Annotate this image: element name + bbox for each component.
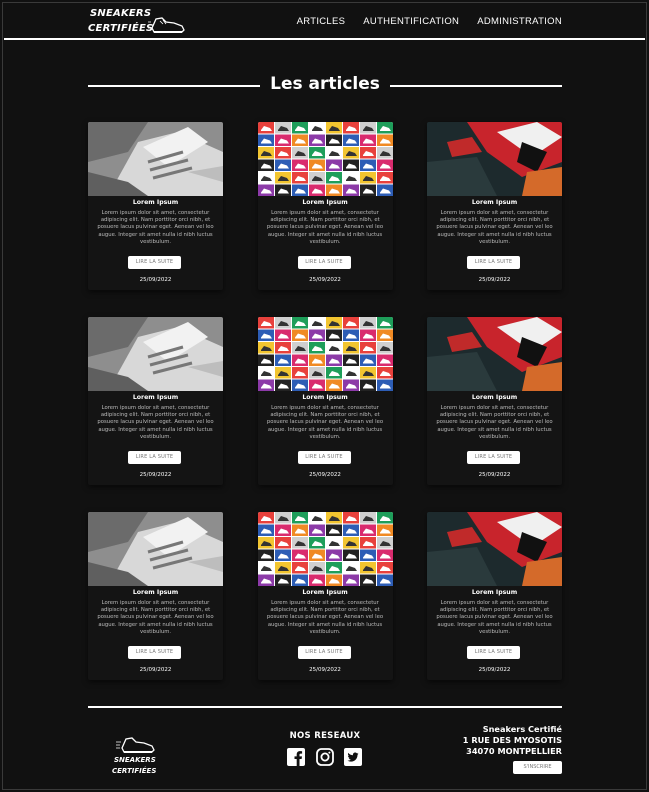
article-image[interactable] [257,317,393,391]
read-more-button[interactable]: LIRE LA SUITE [128,646,181,659]
article-image[interactable] [88,122,223,196]
article-card: Lorem Ipsum Lorem ipsum dolor sit amet, c… [257,512,393,680]
footer-address: Sneakers Certifié 1 RUE DES MYOSOTIS 340… [463,724,562,757]
article-excerpt: Lorem ipsum dolor sit amet, consectetur … [97,405,214,440]
article-date: 25/09/2022 [309,277,341,283]
article-image[interactable] [427,512,562,586]
site-header: SNEAKERS CERTIFIÉES ARTICLES AUTHENTIFIC… [0,0,649,40]
article-excerpt: Lorem ipsum dolor sit amet, consectetur … [436,600,553,635]
article-title: Lorem Ipsum [132,199,179,206]
read-more-button[interactable]: LIRE LA SUITE [297,451,351,464]
facebook-icon[interactable] [287,748,305,766]
article-image[interactable] [257,512,393,586]
address-city: 34070 MONTPELLIER [466,746,562,756]
article-date: 25/09/2022 [478,667,511,673]
instagram-icon[interactable] [315,748,334,766]
read-more-button[interactable]: LIRE LA SUITE [128,451,181,464]
section-title-row: Les articles [88,74,562,98]
article-card: Lorem Ipsum Lorem ipsum dolor sit amet, c… [427,122,562,290]
article-date: 25/09/2022 [478,472,511,478]
article-card: Lorem Ipsum Lorem ipsum dolor sit amet, c… [257,317,393,485]
nav-articles[interactable]: ARTICLES [297,16,346,27]
article-excerpt: Lorem ipsum dolor sit amet, consectetur … [266,210,384,245]
read-more-button[interactable]: LIRE LA SUITE [128,256,181,269]
logo-line1: SNEAKERS [90,8,152,19]
footer-logo-line1: SNEAKERS [114,756,156,764]
article-title: Lorem Ipsum [302,394,348,401]
footer-logo[interactable]: SNEAKERS CERTIFIÉES [112,730,162,780]
article-title: Lorem Ipsum [471,394,518,401]
article-excerpt: Lorem ipsum dolor sit amet, consectetur … [97,210,214,245]
article-title: Lorem Ipsum [302,589,348,596]
article-excerpt: Lorem ipsum dolor sit amet, consectetur … [266,600,384,635]
header-divider [4,38,645,40]
article-title: Lorem Ipsum [471,589,518,596]
article-card: Lorem Ipsum Lorem ipsum dolor sit amet, c… [257,122,393,290]
article-card: Lorem Ipsum Lorem ipsum dolor sit amet, c… [88,317,223,485]
social-links [287,748,362,768]
article-title: Lorem Ipsum [132,394,179,401]
address-company: Sneakers Certifié [482,724,562,734]
article-title: Lorem Ipsum [132,589,179,596]
article-image[interactable] [88,512,223,586]
sneaker-logo-icon [148,17,185,33]
read-more-button[interactable]: LIRE LA SUITE [297,256,351,269]
page-title: Les articles [270,74,380,94]
read-more-button[interactable]: LIRE LA SUITE [467,451,520,464]
article-date: 25/09/2022 [309,667,341,673]
footer-divider [88,706,562,708]
article-date: 25/09/2022 [139,472,172,478]
nav-administration[interactable]: ADMINISTRATION [477,16,562,27]
article-date: 25/09/2022 [309,472,341,478]
read-more-button[interactable]: LIRE LA SUITE [467,646,520,659]
article-date: 25/09/2022 [139,277,172,283]
article-card: Lorem Ipsum Lorem ipsum dolor sit amet, c… [427,512,562,680]
title-rule-right [390,85,562,87]
sneaker-logo-icon [116,737,155,753]
article-image[interactable] [88,317,223,391]
article-excerpt: Lorem ipsum dolor sit amet, consectetur … [97,600,214,635]
article-card: Lorem Ipsum Lorem ipsum dolor sit amet, c… [88,122,223,290]
article-excerpt: Lorem ipsum dolor sit amet, consectetur … [266,405,384,440]
nav-authentification[interactable]: AUTHENTIFICATION [363,16,459,27]
article-title: Lorem Ipsum [302,199,348,206]
article-excerpt: Lorem ipsum dolor sit amet, consectetur … [436,210,553,245]
article-title: Lorem Ipsum [471,199,518,206]
article-card: Lorem Ipsum Lorem ipsum dolor sit amet, c… [427,317,562,485]
article-excerpt: Lorem ipsum dolor sit amet, consectetur … [436,405,553,440]
article-image[interactable] [427,122,562,196]
subscribe-button[interactable]: S'INSCRIRE [513,761,562,774]
article-image[interactable] [427,317,562,391]
article-date: 25/09/2022 [478,277,511,283]
main-nav: ARTICLES AUTHENTIFICATION ADMINISTRATION [297,16,562,27]
article-date: 25/09/2022 [139,667,172,673]
logo-line2: CERTIFIÉES [88,23,154,34]
article-card: Lorem Ipsum Lorem ipsum dolor sit amet, c… [88,512,223,680]
article-image[interactable] [257,122,393,196]
site-logo[interactable]: SNEAKERS CERTIFIÉES [88,7,188,37]
twitter-icon[interactable] [344,748,362,766]
address-street: 1 RUE DES MYOSOTIS [462,735,562,745]
read-more-button[interactable]: LIRE LA SUITE [297,646,351,659]
social-title: NOS RESEAUX [289,731,361,741]
read-more-button[interactable]: LIRE LA SUITE [467,256,520,269]
footer-logo-line2: CERTIFIÉES [112,767,157,775]
